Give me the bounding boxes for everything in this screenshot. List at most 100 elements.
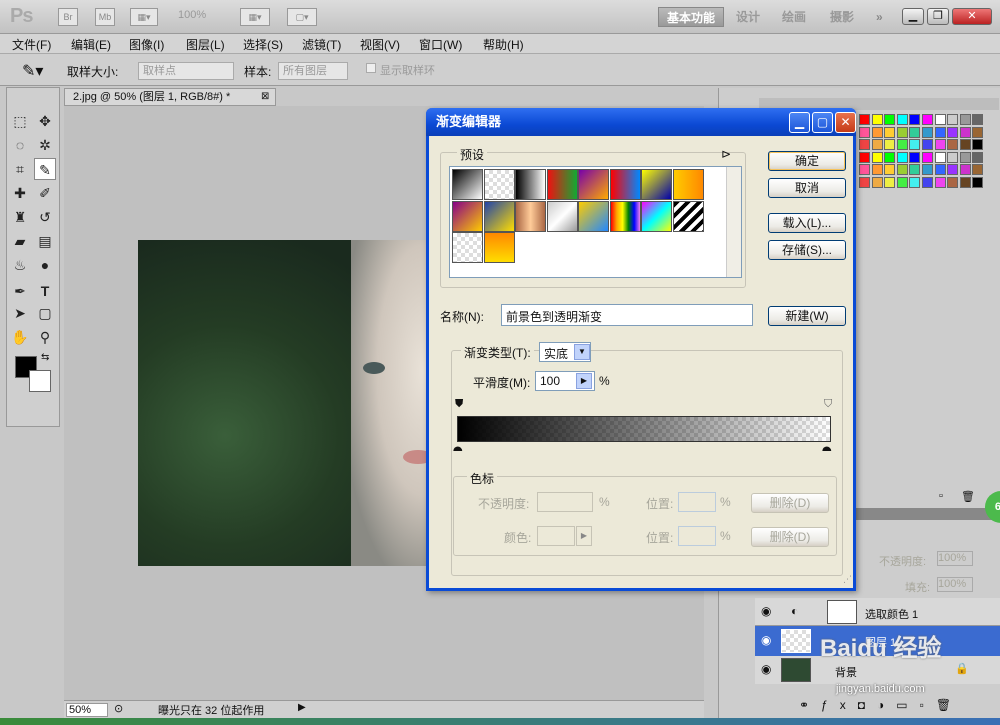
close-window-button[interactable]: ✕ <box>952 8 992 25</box>
restore-button[interactable]: ❐ <box>927 8 949 25</box>
color-swatch[interactable] <box>909 126 921 138</box>
gradient-preset[interactable] <box>641 200 672 232</box>
shape-tool-icon[interactable]: ▢ <box>34 302 56 324</box>
eyedropper-icon[interactable]: ✎▾ <box>22 61 43 81</box>
opacity-stop-right-icon[interactable]: ⛉ <box>824 398 832 411</box>
color-swatch[interactable] <box>884 177 896 188</box>
lasso-tool-icon[interactable]: ◌ <box>9 134 31 156</box>
gradient-preview-bar[interactable] <box>457 416 831 442</box>
color-swatch[interactable] <box>959 139 971 151</box>
presets-menu-icon[interactable]: ⊳ <box>721 147 731 161</box>
ok-button[interactable]: 确定 <box>768 151 846 171</box>
load-button[interactable]: 载入(L)... <box>768 213 846 233</box>
dialog-close-icon[interactable]: ✕ <box>835 112 856 133</box>
color-swatch[interactable] <box>959 151 971 163</box>
status-info-icon[interactable]: ⊙ <box>114 702 123 715</box>
smoothness-input[interactable]: 100 ▶ <box>535 371 595 391</box>
gradient-preset[interactable] <box>515 200 546 232</box>
quick-select-tool-icon[interactable]: ✲ <box>34 134 56 156</box>
screen-mode-icon[interactable]: ▢▾ <box>287 8 317 26</box>
color-swatch[interactable] <box>909 177 921 188</box>
path-selection-tool-icon[interactable]: ➤ <box>9 302 31 324</box>
layer-visibility-eye-icon[interactable]: ◉ <box>761 662 771 676</box>
color-swatch[interactable] <box>934 151 946 163</box>
presets-list[interactable] <box>449 166 742 278</box>
color-swatch[interactable] <box>884 164 896 176</box>
minimize-button[interactable]: ▁ <box>902 8 924 25</box>
color-swatch[interactable] <box>972 151 984 163</box>
color-swatch[interactable] <box>947 177 959 188</box>
layer-visibility-eye-icon[interactable]: ◉ <box>761 604 771 618</box>
gradient-preset[interactable] <box>483 169 515 200</box>
gradient-preset[interactable] <box>483 232 515 263</box>
color-swatch[interactable] <box>934 114 946 125</box>
menu-filter[interactable]: 滤镜(T) <box>302 36 341 53</box>
marquee-tool-icon[interactable]: ⬚ <box>9 110 31 132</box>
workspace-painting[interactable]: 绘画 <box>774 7 814 27</box>
color-swatch[interactable] <box>947 151 959 163</box>
gradient-type-select[interactable]: 实底 ▼ <box>539 342 591 362</box>
color-swatch[interactable] <box>934 164 946 176</box>
color-swatch[interactable] <box>884 151 896 163</box>
bridge-icon[interactable]: Br <box>58 8 78 26</box>
stop-color-location-input[interactable] <box>678 526 716 546</box>
color-stop-right-icon[interactable]: ⯊ <box>822 444 832 459</box>
menu-edit[interactable]: 编辑(E) <box>71 36 111 53</box>
color-swatch[interactable] <box>959 177 971 188</box>
mini-bridge-icon[interactable]: Mb <box>95 8 115 26</box>
color-swatch[interactable] <box>922 164 933 176</box>
color-swatch[interactable] <box>871 151 883 163</box>
menu-select[interactable]: 选择(S) <box>243 36 283 53</box>
color-swatch[interactable] <box>871 126 883 138</box>
layer-row[interactable]: ◉ ◐ 选取颜色 1 <box>755 598 1000 626</box>
color-swatch[interactable] <box>934 126 946 138</box>
close-tab-icon[interactable]: ⊠ <box>261 89 269 105</box>
healing-brush-tool-icon[interactable]: ✚ <box>9 182 31 204</box>
color-swatch[interactable] <box>896 139 908 151</box>
color-swatch[interactable] <box>972 164 984 176</box>
color-swatch[interactable] <box>896 164 908 176</box>
color-swatch[interactable] <box>859 164 870 176</box>
color-swatch[interactable] <box>896 126 908 138</box>
color-swatch[interactable] <box>947 139 959 151</box>
gradient-preset[interactable] <box>672 200 704 232</box>
dialog-minimize-icon[interactable]: ▁ <box>789 112 810 133</box>
color-swatch[interactable] <box>959 164 971 176</box>
type-tool-icon[interactable]: T <box>34 280 56 302</box>
resize-grip-icon[interactable]: ⋰ <box>843 574 852 585</box>
show-ring-checkbox[interactable] <box>366 63 376 73</box>
swatch-delete-icon[interactable]: 🗑 <box>961 490 975 503</box>
gradient-preset[interactable] <box>546 169 578 200</box>
color-swatch[interactable] <box>922 114 933 125</box>
layer-visibility-eye-icon[interactable]: ◉ <box>761 633 771 647</box>
clone-stamp-tool-icon[interactable]: ♜ <box>9 206 31 228</box>
menu-layer[interactable]: 图层(L) <box>186 36 225 53</box>
delete-color-stop-button[interactable]: 删除(D) <box>751 527 829 547</box>
gradient-preset[interactable] <box>452 232 483 263</box>
color-swatch[interactable] <box>896 114 908 125</box>
sample-select[interactable]: 所有图层 <box>278 62 348 80</box>
workspace-essentials[interactable]: 基本功能 <box>658 7 725 27</box>
stop-opacity-input[interactable] <box>537 492 593 512</box>
status-menu-arrow-icon[interactable]: ▶ <box>298 702 306 713</box>
opacity-stop-left-icon[interactable]: ⛊ <box>455 398 463 411</box>
more-workspaces-icon[interactable]: » <box>868 7 891 27</box>
gradient-preset[interactable] <box>515 169 546 200</box>
zoom-tool-icon[interactable]: ⚲ <box>34 326 56 348</box>
color-swatch[interactable] <box>972 177 984 188</box>
presets-scrollbar[interactable] <box>726 167 741 277</box>
menu-file[interactable]: 文件(F) <box>12 36 51 53</box>
eraser-tool-icon[interactable]: ▰ <box>9 230 31 252</box>
color-swatch[interactable] <box>859 151 870 163</box>
gradient-preset[interactable] <box>452 169 483 200</box>
color-swatch[interactable] <box>947 164 959 176</box>
cancel-button[interactable]: 取消 <box>768 178 846 198</box>
color-swatch[interactable] <box>934 177 946 188</box>
gradient-preset[interactable] <box>672 169 704 200</box>
color-swatch[interactable] <box>896 177 908 188</box>
swap-colors-icon[interactable]: ⇆ <box>41 352 49 363</box>
layers-panel-footer-icons[interactable]: ⚭ƒx◘◑▭▫🗑 <box>799 698 963 712</box>
color-swatch[interactable] <box>871 177 883 188</box>
swatch-new-icon[interactable]: ▫ <box>939 490 943 502</box>
menu-image[interactable]: 图像(I) <box>129 36 164 53</box>
